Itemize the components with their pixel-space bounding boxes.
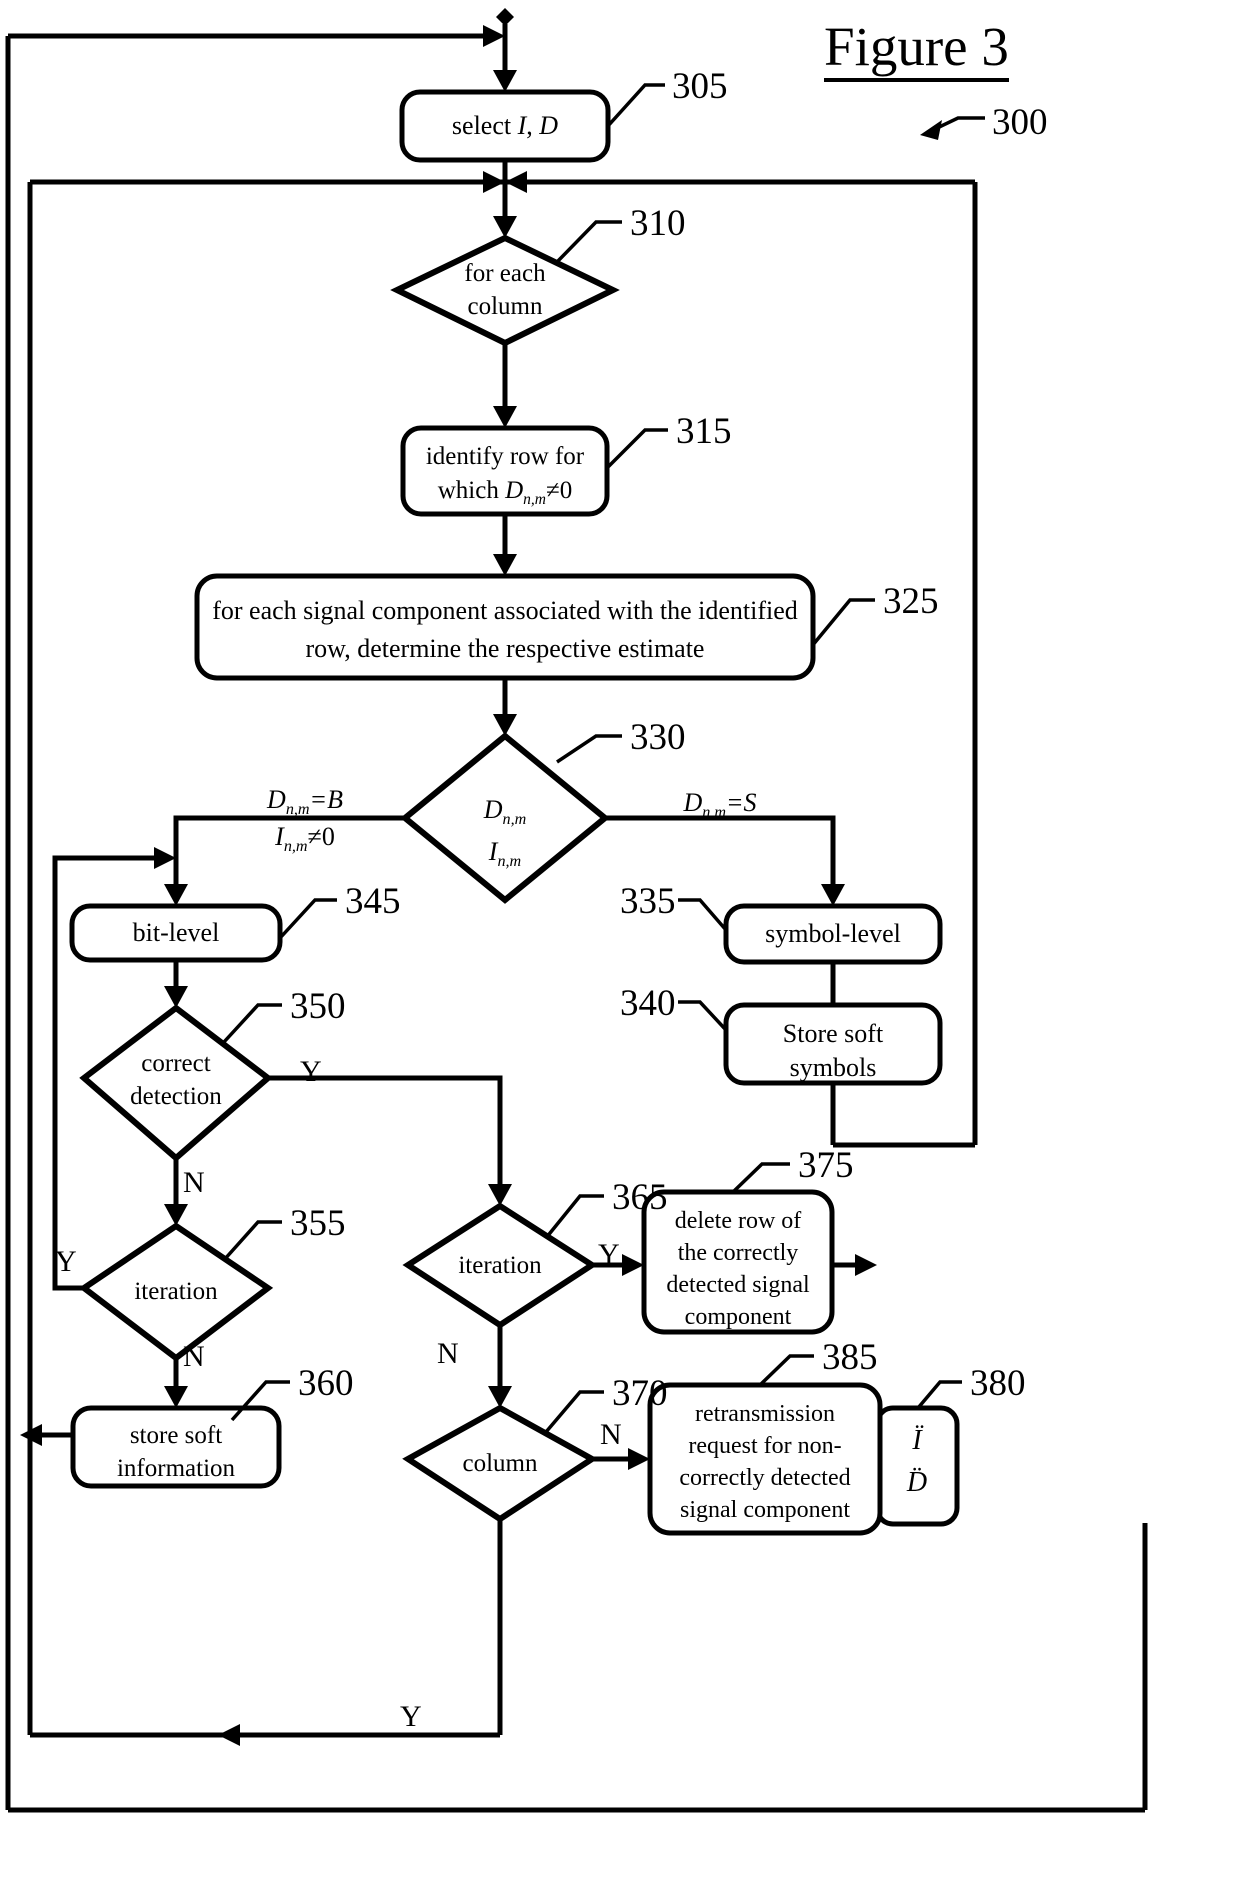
edge-label-355-yes: Y xyxy=(55,1245,77,1278)
leader-330 xyxy=(556,734,622,764)
leader-345 xyxy=(278,898,337,940)
ref-label-325: 325 xyxy=(883,581,939,622)
node-340-label: Store soft symbols xyxy=(726,1017,940,1085)
edge-350-yes-to-365 xyxy=(268,1075,503,1196)
node-330-line2: In,m xyxy=(488,837,522,871)
node-375-line4: component xyxy=(684,1303,792,1330)
ref-label-350: 350 xyxy=(290,986,346,1027)
ref-label-310: 310 xyxy=(630,203,686,244)
node-375-label: delete row of the correctly detected sig… xyxy=(644,1206,832,1334)
arrowhead-300 xyxy=(920,120,942,140)
node-350-line2: detection xyxy=(130,1082,222,1110)
arrowhead-bus-bottom-left xyxy=(218,1724,240,1746)
arrowhead-to-375 xyxy=(622,1254,644,1276)
leader-315 xyxy=(605,428,668,470)
node-335-label: symbol-level xyxy=(765,919,901,948)
edge-label-365-yes: Y xyxy=(598,1238,620,1271)
ref-label-375: 375 xyxy=(798,1145,854,1186)
arrowhead-to-345 xyxy=(164,884,188,906)
node-355-label: iteration xyxy=(134,1278,218,1305)
node-310-label: for each column xyxy=(397,258,613,323)
branch-label-left-top: Dn,m=B xyxy=(267,785,343,819)
edge-label-365-no: N xyxy=(437,1337,459,1370)
node-310-line2: column xyxy=(467,292,543,320)
leader-340 xyxy=(678,1000,728,1032)
node-365-label: iteration xyxy=(458,1251,542,1279)
node-380-line2: D̈ xyxy=(906,1467,928,1498)
node-330-label: Dn,m In,m xyxy=(432,790,578,875)
leader-325 xyxy=(810,598,875,648)
node-360-label: store soft information xyxy=(73,1420,279,1485)
node-385-line4: signal component xyxy=(680,1496,850,1523)
node-385-line3: correctly detected xyxy=(679,1464,851,1491)
arrowhead-outer-return-top xyxy=(483,25,505,47)
node-315-line2: which Dn,m≠0 xyxy=(437,476,573,508)
edge-label-370-yes: Y xyxy=(400,1700,422,1733)
node-350-line1: correct xyxy=(141,1050,211,1077)
edge-label-350-no: N xyxy=(183,1166,205,1199)
node-385-line1: retransmission xyxy=(695,1401,835,1427)
arrowhead-to-325 xyxy=(493,554,517,576)
ref-label-360: 360 xyxy=(298,1363,354,1404)
arrowhead-355-loop xyxy=(154,847,176,869)
arrowhead-bus-right-in xyxy=(505,171,527,193)
node-375-line1: delete row of xyxy=(674,1208,802,1234)
node-325-label: for each signal component associated wit… xyxy=(207,592,803,667)
node-370-label: column xyxy=(462,1449,538,1477)
leader-375 xyxy=(731,1162,790,1194)
figure-page: Figure 3 300 305 310 315 325 330 335 340… xyxy=(0,0,1240,1891)
arrowhead-to-305 xyxy=(493,70,517,92)
start-diamond-marker xyxy=(496,8,514,26)
node-340-line1: Store soft xyxy=(782,1019,884,1048)
node-305-label: select I, D xyxy=(451,111,559,140)
node-380-line1: Ï xyxy=(912,1425,922,1456)
node-375-line3: detected signal xyxy=(666,1271,810,1298)
ref-label-300: 300 xyxy=(992,102,1048,143)
edge-label-355-no: N xyxy=(183,1340,205,1373)
leader-305 xyxy=(605,83,665,129)
arrowhead-to-380 xyxy=(855,1254,877,1276)
arrowhead-to-335 xyxy=(821,884,845,906)
arrowhead-to-385 xyxy=(628,1448,650,1470)
arrowhead-to-315 xyxy=(493,406,517,428)
leader-335 xyxy=(678,898,728,932)
node-325-line1: for each signal component associated wit… xyxy=(212,596,798,625)
node-330-line1: Dn,m xyxy=(483,795,527,829)
node-310-line1: for each xyxy=(464,260,546,287)
leader-310 xyxy=(555,220,622,264)
ref-label-380: 380 xyxy=(970,1363,1026,1404)
ref-label-315: 315 xyxy=(676,411,732,452)
ref-label-345: 345 xyxy=(345,881,401,922)
node-385-label: retransmission request for non- correctl… xyxy=(650,1399,880,1527)
node-325-line2: row, determine the respective estimate xyxy=(305,633,705,663)
node-375-line2: the correctly xyxy=(677,1239,799,1266)
ref-label-335: 335 xyxy=(620,881,676,922)
node-360-line1: store soft xyxy=(129,1422,223,1449)
ref-label-385: 385 xyxy=(822,1337,878,1378)
arrowhead-bus-left-in xyxy=(483,171,505,193)
ref-label-330: 330 xyxy=(630,717,686,758)
node-360-line2: information xyxy=(116,1454,236,1482)
ref-label-305: 305 xyxy=(672,66,728,107)
node-315-line1: identify row for xyxy=(425,443,585,470)
node-380-label: Ï D̈ xyxy=(877,1420,957,1504)
ref-label-355: 355 xyxy=(290,1203,346,1244)
arrowhead-to-360 xyxy=(164,1386,188,1408)
leader-350 xyxy=(222,1003,282,1044)
edge-label-370-no: N xyxy=(600,1418,622,1451)
ref-label-340: 340 xyxy=(620,983,676,1024)
leader-380 xyxy=(916,1380,962,1410)
edge-label-350-yes: Y xyxy=(300,1055,322,1088)
figure-title: Figure 3 xyxy=(824,18,1009,82)
node-350-label: correct detection xyxy=(84,1048,268,1113)
branch-label-right: Dn,m=S xyxy=(683,788,757,822)
node-340-line2: symbols xyxy=(789,1052,877,1082)
node-315-label: identify row for which Dn,m≠0 xyxy=(403,440,607,511)
leader-385 xyxy=(758,1354,814,1387)
node-345-label: bit-level xyxy=(132,918,220,947)
branch-label-left-bottom: In,m≠0 xyxy=(275,822,335,856)
node-385-line2: request for non- xyxy=(688,1432,842,1459)
